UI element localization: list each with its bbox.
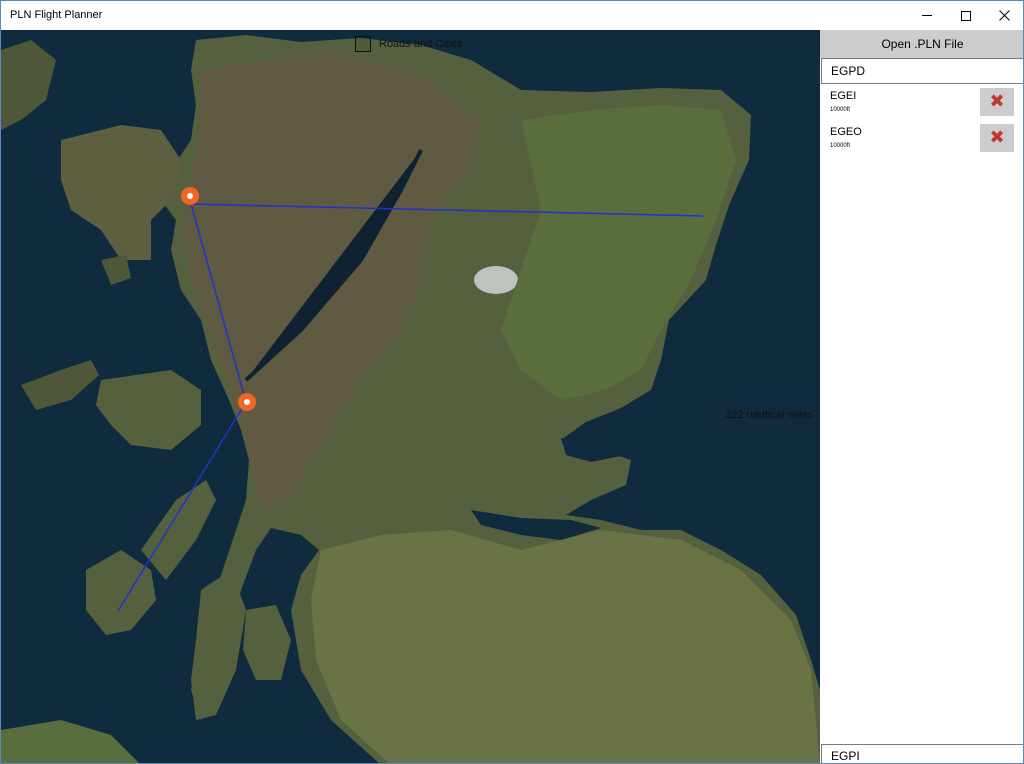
waypoint-marker-egeo[interactable]	[238, 393, 256, 411]
waypoint-marker-egei[interactable]	[181, 187, 199, 205]
close-window-button[interactable]	[985, 1, 1023, 30]
app-window: PLN Flight Planner Roads and Cities 222 …	[0, 0, 1024, 764]
minimize-button[interactable]	[908, 1, 946, 30]
open-pln-button[interactable]: Open .PLN File	[820, 30, 1023, 58]
window-title: PLN Flight Planner	[10, 9, 103, 21]
list-item[interactable]: EGEI 10000ft ✖	[820, 84, 1023, 120]
minimize-icon	[922, 15, 932, 16]
waypoint-altitude: 10000ft	[830, 107, 851, 113]
waypoint-name: EGEO	[830, 126, 862, 138]
maximize-button[interactable]	[947, 1, 985, 30]
close-icon	[998, 10, 1010, 21]
flight-plan-panel: Open .PLN File EGPD EGEI 10000ft ✖ EGEO …	[820, 30, 1023, 763]
delete-waypoint-button[interactable]: ✖	[980, 88, 1014, 116]
departure-airport-field[interactable]: EGPD	[821, 58, 1023, 84]
satellite-map[interactable]	[1, 30, 820, 764]
waypoint-list: EGEI 10000ft ✖ EGEO 10000ft ✖	[820, 84, 1023, 156]
map-view[interactable]: Roads and Cities 222 nautical miles	[1, 30, 820, 764]
waypoint-altitude: 10000ft	[830, 143, 851, 149]
roads-and-cities-checkbox[interactable]	[355, 36, 371, 52]
close-icon: ✖	[989, 127, 1005, 148]
roads-and-cities-label: Roads and Cities	[379, 38, 463, 50]
roads-and-cities-toggle[interactable]: Roads and Cities	[355, 36, 463, 52]
title-bar: PLN Flight Planner	[1, 1, 1023, 30]
delete-waypoint-button[interactable]: ✖	[980, 124, 1014, 152]
waypoint-name: EGEI	[830, 90, 857, 102]
route-distance: 222 nautical miles	[725, 409, 814, 421]
maximize-icon	[961, 10, 971, 21]
list-item[interactable]: EGEO 10000ft ✖	[820, 120, 1023, 156]
destination-airport-field[interactable]: EGPI	[821, 744, 1023, 763]
close-icon: ✖	[989, 91, 1005, 112]
